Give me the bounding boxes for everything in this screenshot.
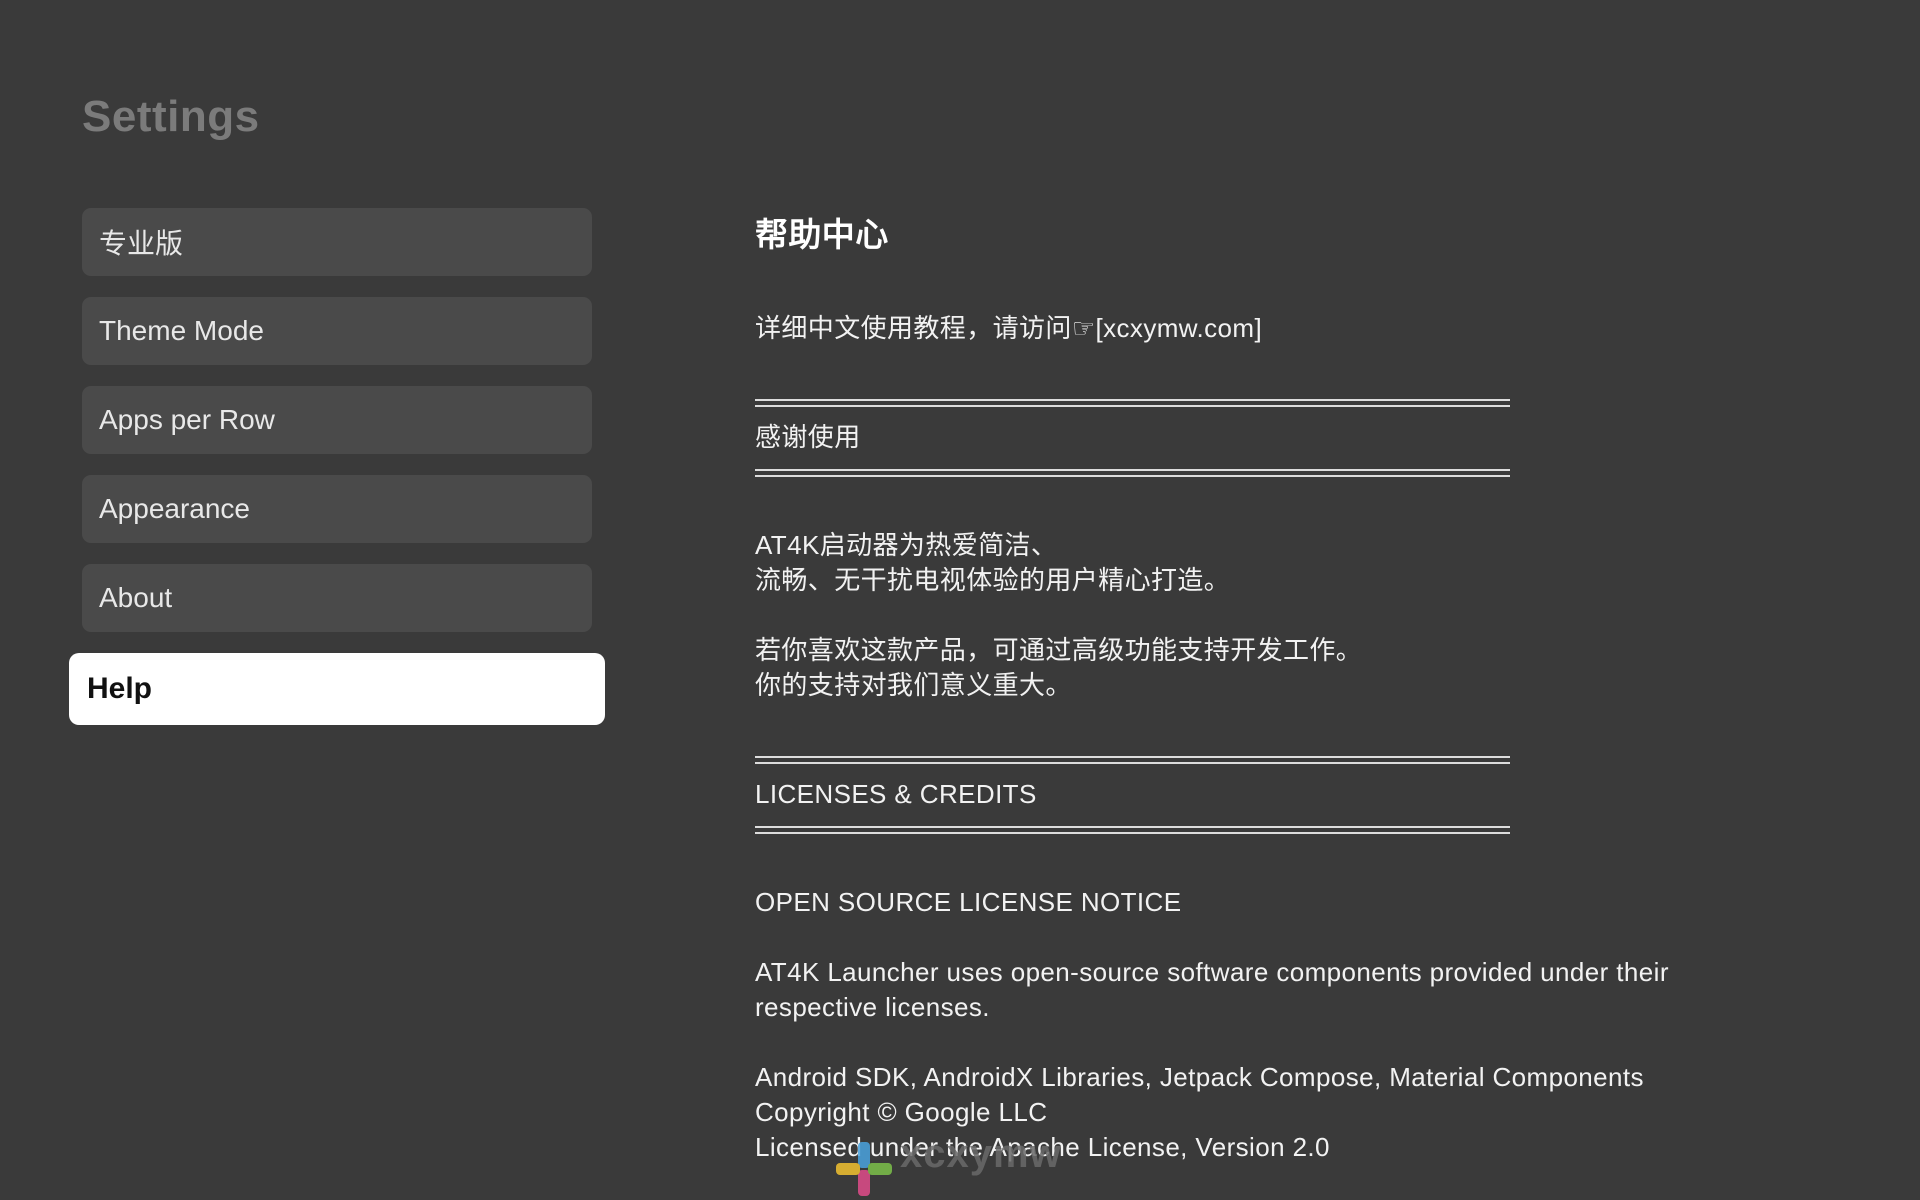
component-credit-line: Copyright © Google LLC [755, 1097, 1048, 1127]
pinwheel-logo-icon [836, 1142, 892, 1196]
menu-item-label: About [99, 582, 173, 613]
double-rule-divider [755, 469, 1510, 477]
help-content-panel: 帮助中心 详细中文使用教程，请访问☞[xcxymw.com] 感谢使用 AT4K… [755, 205, 1755, 1165]
menu-item-about[interactable]: About [82, 564, 592, 632]
thanks-title: 感谢使用 [755, 422, 861, 452]
double-rule-divider [755, 399, 1510, 407]
help-heading: 帮助中心 [755, 216, 889, 253]
licenses-title: LICENSES & CREDITS [755, 779, 1037, 809]
support-text-line: 若你喜欢这款产品，可通过高级功能支持开发工作。 [755, 635, 1363, 665]
menu-item-theme-mode[interactable]: Theme Mode [82, 297, 592, 365]
menu-item-appearance[interactable]: Appearance [82, 475, 592, 543]
menu-item-label: Help [87, 672, 153, 705]
license-notice-title: OPEN SOURCE LICENSE NOTICE [755, 887, 1182, 917]
double-rule-divider [755, 756, 1510, 764]
menu-item-apps-per-row[interactable]: Apps per Row [82, 386, 592, 454]
menu-item-label: Apps per Row [99, 404, 275, 435]
menu-item-label: Theme Mode [99, 315, 264, 346]
license-notice-line: respective licenses. [755, 992, 990, 1022]
thanks-text-line: AT4K启动器为热爱简洁、 [755, 530, 1058, 560]
watermark-text: xcxymw [900, 1132, 1062, 1176]
menu-item-help[interactable]: Help [69, 653, 605, 725]
menu-item-pro[interactable]: 专业版 [82, 208, 592, 276]
menu-item-label: 专业版 [99, 228, 184, 259]
settings-menu: 专业版 Theme Mode Apps per Row Appearance A… [69, 208, 605, 746]
menu-item-label: Appearance [99, 493, 251, 524]
tutorial-link-text[interactable]: 详细中文使用教程，请访问☞[xcxymw.com] [755, 311, 1755, 346]
double-rule-divider [755, 826, 1510, 834]
page-title: Settings [82, 92, 260, 141]
support-text-line: 你的支持对我们意义重大。 [755, 670, 1072, 700]
settings-screen: Settings 专业版 Theme Mode Apps per Row App… [0, 0, 1920, 1200]
thanks-text-line: 流畅、无干扰电视体验的用户精心打造。 [755, 565, 1231, 595]
license-notice-line: AT4K Launcher uses open-source software … [755, 957, 1669, 987]
component-credit-line: Android SDK, AndroidX Libraries, Jetpack… [755, 1062, 1644, 1092]
watermark-logo: xcxymw [832, 1132, 1092, 1200]
